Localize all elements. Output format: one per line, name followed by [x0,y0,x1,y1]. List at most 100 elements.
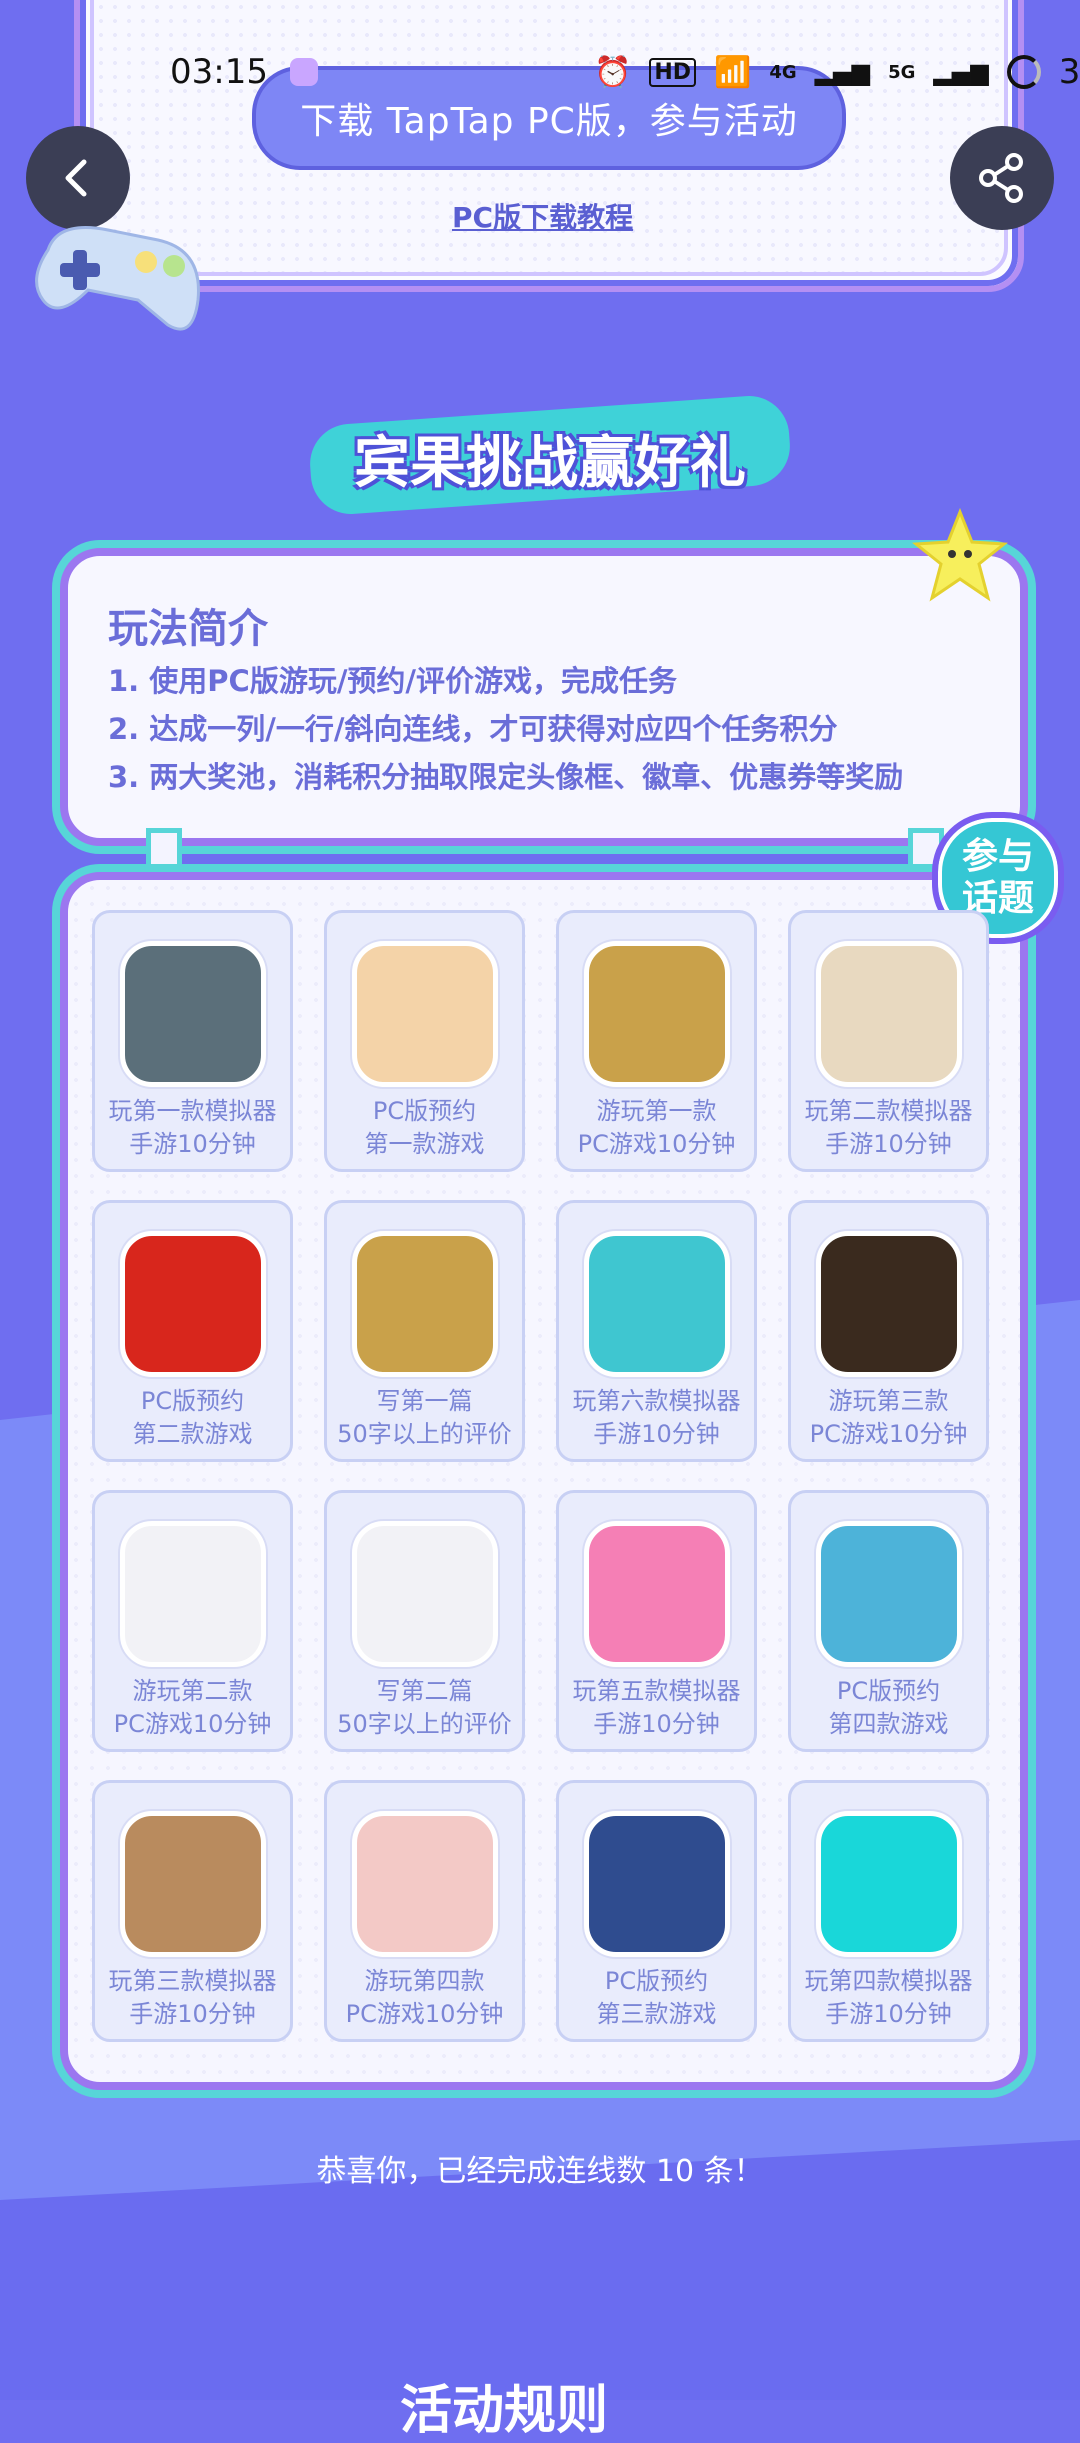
tile-label-line-1: PC版预约 [140,1387,245,1415]
bingo-tile[interactable]: PC版预约第四款游戏 [788,1490,989,1752]
gamepad-illustration [35,226,200,331]
bingo-tile[interactable]: PC版预约第二款游戏 [92,1200,293,1462]
bingo-tile[interactable]: 玩第一款模拟器 手游10分钟 [92,910,293,1172]
tile-label-line-2: 第三款游戏 [596,2000,717,2028]
bingo-tile[interactable]: 游玩第一款 PC游戏10分钟 [556,910,757,1172]
tile-label-line-2: 第二款游戏 [132,1420,253,1448]
tile-label-line-1: PC版预约 [604,1967,709,1995]
game-icon [119,1521,266,1667]
game-icon [119,1811,266,1957]
tile-label-line-2: 50字以上的评价 [337,1710,512,1738]
game-icon [815,1521,962,1667]
tile-label: 游玩第二款 PC游戏10分钟 [98,1675,288,1741]
tile-label-line-2: 手游10分钟 [129,1130,256,1158]
tile-label: 写第一篇 50字以上的评价 [330,1385,520,1451]
game-icon [583,1811,730,1957]
bingo-tile[interactable]: PC版预约 第一款游戏 [324,910,525,1172]
tile-label-line-1: 玩第六款模拟器 [572,1387,741,1415]
game-icon [583,1231,730,1377]
tile-label: 写第二篇 50字以上的评价 [330,1675,520,1741]
share-button[interactable] [950,126,1054,230]
app-notification-icon [290,58,318,86]
tile-label: 游玩第三款 PC游戏10分钟 [794,1385,984,1451]
bingo-tiles-grid: 玩第一款模拟器 手游10分钟 PC版预约 第一款游戏 游玩第一款 PC游戏10分钟 玩第二款… [92,910,992,2050]
tile-label-line-2: PC游戏10分钟 [113,1710,272,1738]
tile-label-line-1: 游玩第一款 [596,1097,717,1125]
tile-label: 游玩第一款 PC游戏10分钟 [562,1095,752,1161]
bingo-banner: 宾果挑战赢好礼 [270,393,830,517]
battery-percentage: 37% [1058,52,1080,92]
tile-label-line-1: 玩第二款模拟器 [804,1097,973,1125]
chevron-left-icon [65,159,87,197]
tile-label: PC版预约第二款游戏 [98,1385,288,1451]
game-icon [351,1521,498,1667]
tile-label-line-2: PC游戏10分钟 [345,2000,504,2028]
pc-tutorial-link[interactable]: PC版下载教程 [452,196,633,236]
game-icon [815,941,962,1087]
bingo-tile[interactable]: 游玩第四款 PC游戏10分钟 [324,1780,525,2042]
completion-message: 恭喜你，已经完成连线数 10 条！ [316,2154,764,2189]
bingo-tile[interactable]: 玩第六款模拟器 手游10分钟 [556,1200,757,1462]
bingo-tile[interactable]: 玩第五款模拟器 手游10分钟 [556,1490,757,1752]
bingo-tile[interactable]: 写第二篇 50字以上的评价 [324,1490,525,1752]
tile-label-line-2: 第一款游戏 [364,1130,485,1158]
banner-title: 宾果挑战赢好礼 [354,431,746,496]
star-mascot-icon [912,508,1008,602]
game-icon [583,941,730,1087]
tile-label-line-2: 手游10分钟 [825,2000,952,2028]
intro-line-3: 3. 两大奖池，消耗积分抽取限定头像框、徽章、优惠券等奖励 [108,760,904,794]
tile-label-line-2: PC游戏10分钟 [577,1130,736,1158]
tile-label: PC版预约 第一款游戏 [330,1095,520,1161]
alarm-icon: ⏰ [594,54,632,90]
rules-section-title: 活动规则 [400,2381,609,2441]
game-icon [351,1231,498,1377]
tile-label: 游玩第四款 PC游戏10分钟 [330,1965,520,2031]
game-icon [815,1811,962,1957]
intro-card: 玩法简介 1. 使用PC版游玩/预约/评价游戏，完成任务 2. 达成一列/一行/… [60,548,1028,846]
bingo-tile[interactable]: 游玩第三款 PC游戏10分钟 [788,1200,989,1462]
tile-label: 玩第五款模拟器 手游10分钟 [562,1675,752,1741]
topic-badge-line-1: 参与 [961,836,1034,877]
tile-label-line-2: 手游10分钟 [593,1420,720,1448]
game-icon [583,1521,730,1667]
share-icon [979,153,1023,203]
tile-label: 玩第一款模拟器 手游10分钟 [98,1095,288,1161]
tile-label: PC版预约第四款游戏 [794,1675,984,1741]
game-icon [815,1231,962,1377]
tile-label-line-1: 写第二篇 [376,1677,473,1705]
tile-label-line-1: 玩第三款模拟器 [108,1967,277,1995]
game-icon [119,941,266,1087]
tile-label-line-2: 50字以上的评价 [337,1420,512,1448]
wifi-icon: 📶 [714,54,752,90]
bingo-tile[interactable]: 玩第四款模拟器 手游10分钟 [788,1780,989,2042]
signal-5g-icon: 5G [888,61,916,83]
bingo-tile[interactable]: 写第一篇 50字以上的评价 [324,1200,525,1462]
hd-icon: HD [649,57,697,87]
tile-label-line-2: 第四款游戏 [828,1710,949,1738]
signal-bars-4g-icon: ▂▄▆ [814,58,871,86]
tile-label: 玩第二款模拟器 手游10分钟 [794,1095,984,1161]
status-bar: 03:15 ⏰ HD 📶 4G ▂▄▆ 5G ▂▄▆ 37% [0,48,1080,96]
tile-label-line-1: 玩第四款模拟器 [804,1967,973,1995]
signal-bars-5g-icon: ▂▄▆ [933,58,989,86]
tile-label: 玩第四款模拟器 手游10分钟 [794,1965,984,2031]
intro-line-2: 2. 达成一列/一行/斜向连线，才可获得对应四个任务积分 [108,712,838,746]
game-icon [351,1811,498,1957]
tile-label-line-1: PC版预约 [836,1677,941,1705]
tile-label-line-1: 写第一篇 [376,1387,473,1415]
tile-label-line-1: 游玩第二款 [132,1677,253,1705]
tile-label-line-2: PC游戏10分钟 [809,1420,968,1448]
tile-label-line-2: 手游10分钟 [825,1130,952,1158]
bingo-tile[interactable]: 游玩第二款 PC游戏10分钟 [92,1490,293,1752]
status-icons: ⏰ HD 📶 4G ▂▄▆ 5G ▂▄▆ 37% [594,52,1080,92]
tile-label: 玩第三款模拟器 手游10分钟 [98,1965,288,2031]
bingo-tile[interactable]: 玩第三款模拟器 手游10分钟 [92,1780,293,2042]
bingo-tile[interactable]: PC版预约第三款游戏 [556,1780,757,2042]
game-icon [351,941,498,1087]
tile-label-line-1: 游玩第三款 [828,1387,949,1415]
intro-line-1: 1. 使用PC版游玩/预约/评价游戏，完成任务 [108,664,678,698]
bingo-tile[interactable]: 玩第二款模拟器 手游10分钟 [788,910,989,1172]
tile-label-line-1: 玩第一款模拟器 [108,1097,277,1125]
status-time: 03:15 [170,52,268,92]
battery-ring-icon [1006,55,1041,89]
